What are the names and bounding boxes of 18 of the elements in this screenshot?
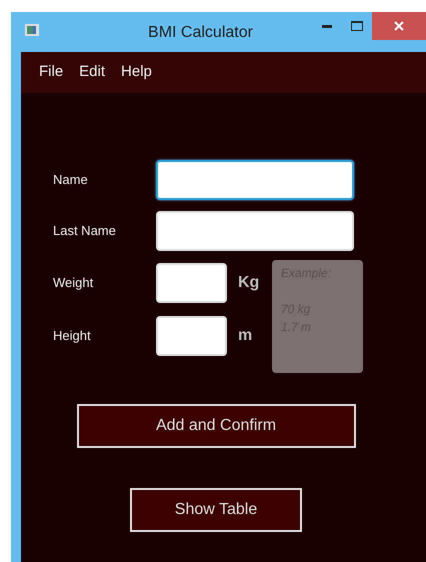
field-label: Name <box>53 171 89 190</box>
close-icon <box>394 21 404 31</box>
menu-item[interactable]: File <box>31 61 72 84</box>
field-label: Weight <box>53 274 94 292</box>
close-button[interactable] <box>372 12 426 40</box>
menu-item[interactable]: Edit <box>71 61 114 84</box>
minimize-icon <box>322 24 332 28</box>
show-table-button[interactable]: Show Table <box>130 488 302 532</box>
menu-item[interactable]: Help <box>113 61 160 84</box>
maximize-icon <box>351 21 363 31</box>
app-icon <box>25 24 39 36</box>
unit-label: m <box>237 326 254 346</box>
field-label: Last Name <box>53 222 117 240</box>
add-confirm-button[interactable]: Add and Confirm <box>76 404 356 448</box>
window-title: BMI Calculator <box>147 23 254 43</box>
unit-label: Kg <box>237 272 260 292</box>
input-field[interactable] <box>156 160 354 200</box>
field-label: Height <box>53 326 92 345</box>
